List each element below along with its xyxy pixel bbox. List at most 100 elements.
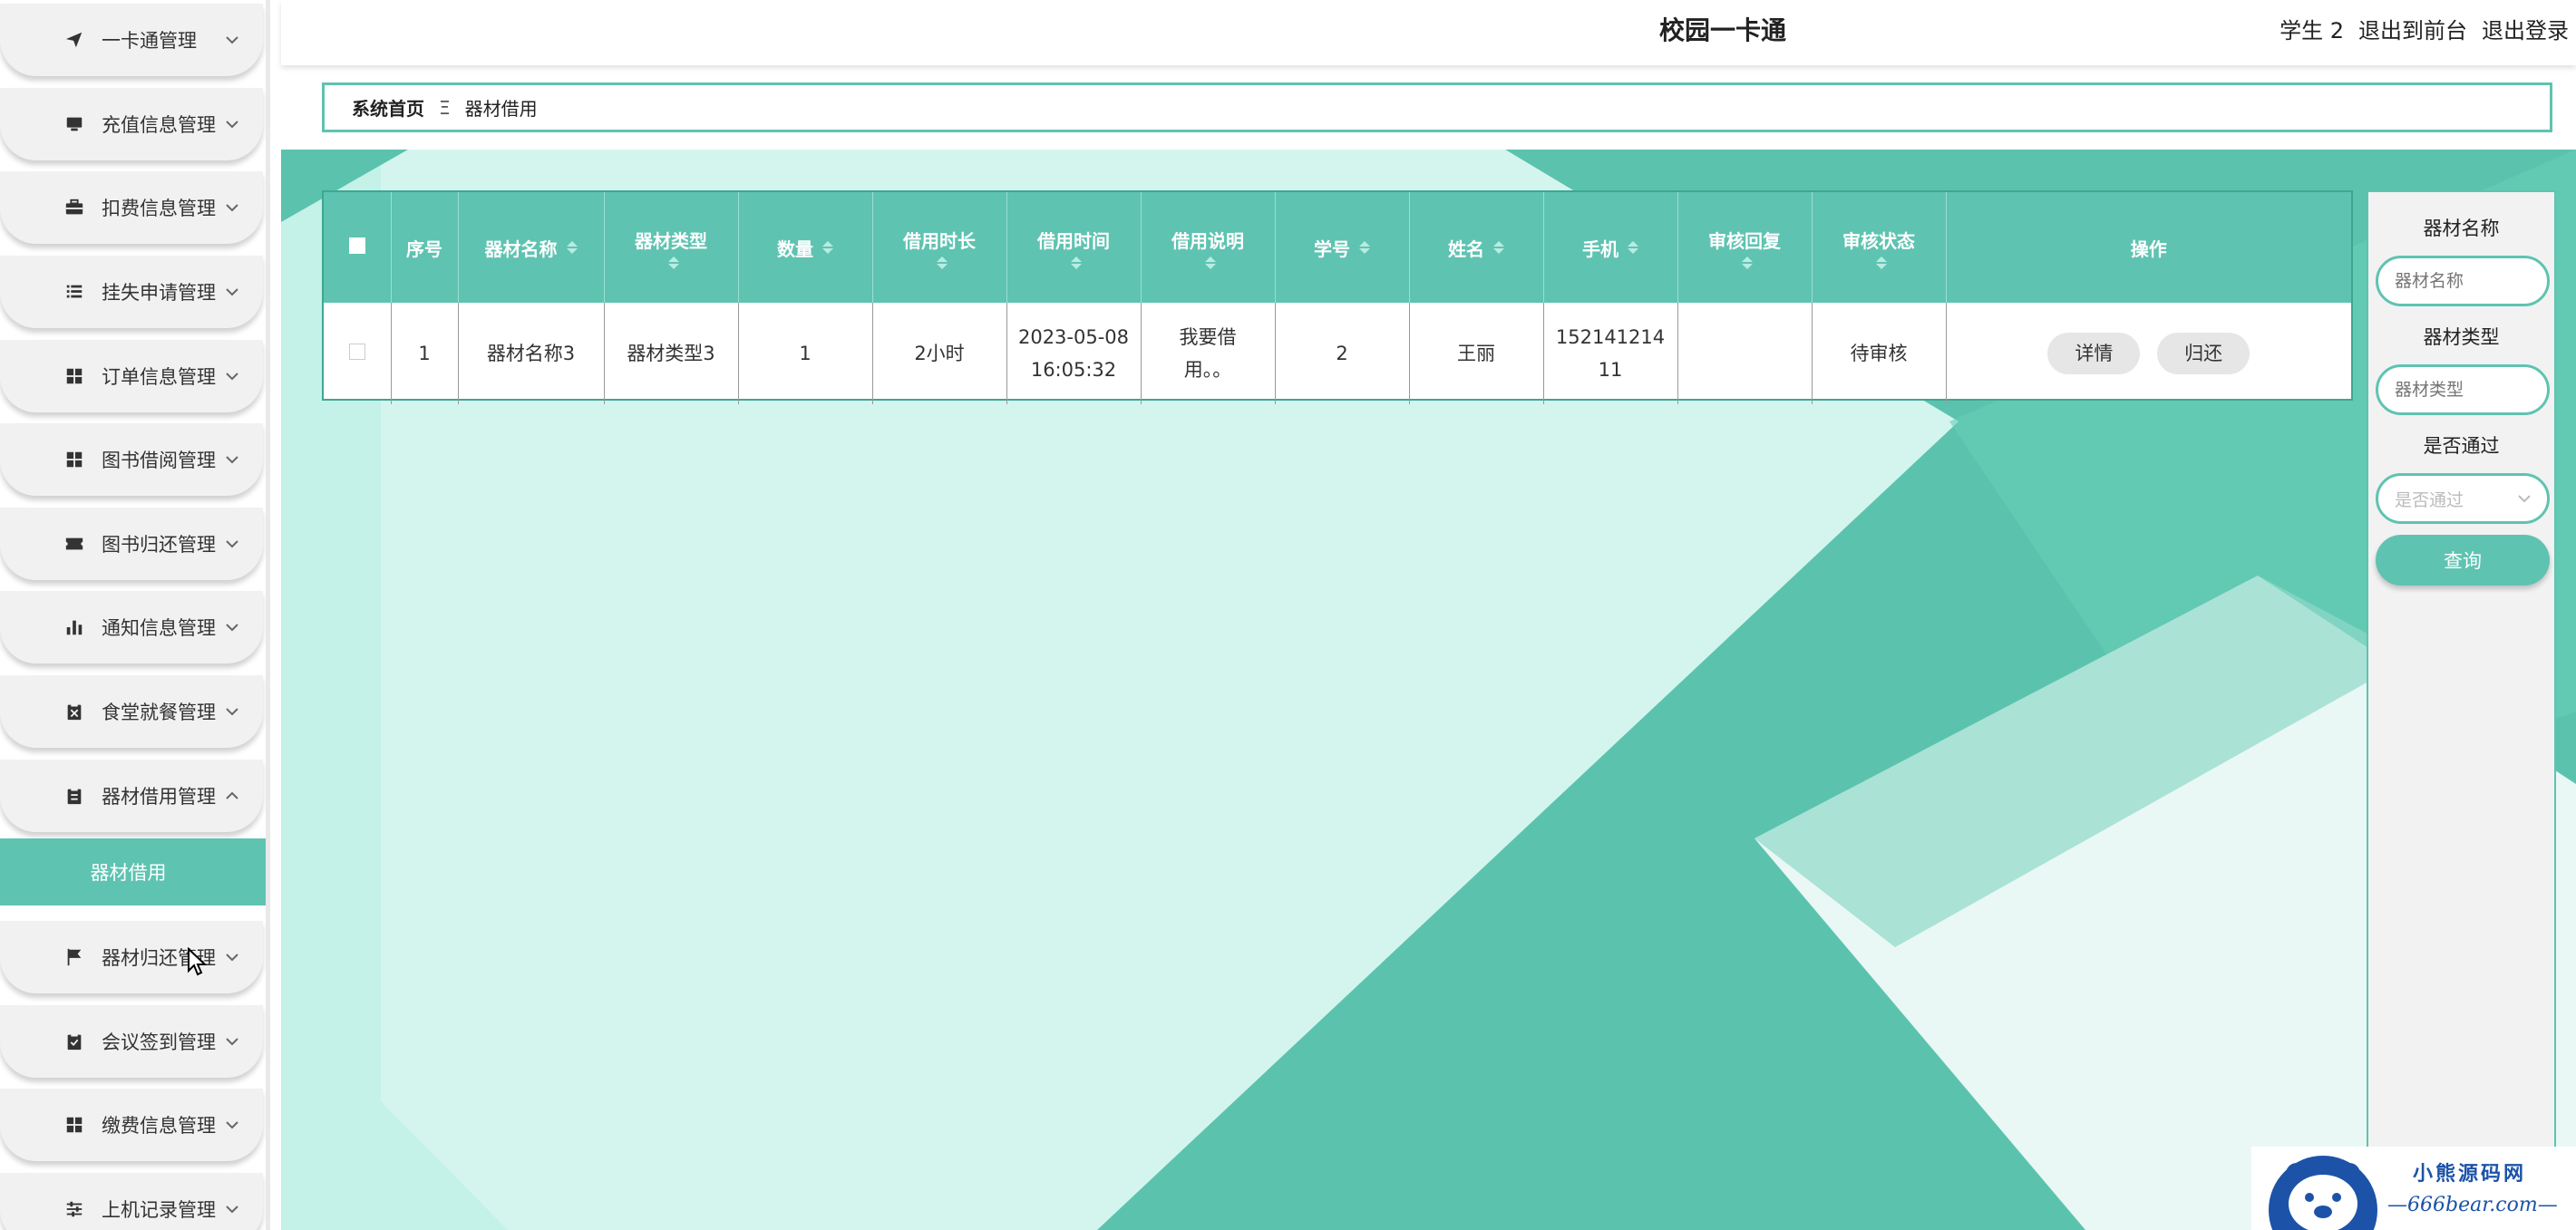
sidebar-item-label: 会议签到管理: [102, 1031, 216, 1053]
sort-icon[interactable]: [1628, 241, 1638, 254]
detail-button[interactable]: 详情: [2047, 333, 2141, 374]
cell-status: 待审核: [1812, 303, 1947, 404]
sidebar-subitem-equipment-borrow[interactable]: 器材借用: [0, 838, 266, 906]
select-all-header[interactable]: [324, 192, 392, 303]
monitor-icon: [63, 113, 85, 135]
col-header-student-no[interactable]: 学号: [1275, 192, 1410, 303]
col-header-student-name[interactable]: 姓名: [1409, 192, 1544, 303]
sort-icon[interactable]: [1359, 241, 1370, 254]
col-header-index: 序号: [391, 192, 459, 303]
chevron-down-icon: [222, 450, 242, 470]
sidebar-item-4[interactable]: 订单信息管理: [0, 340, 263, 412]
sort-icon[interactable]: [1742, 256, 1753, 269]
equipment-name-input[interactable]: [2376, 256, 2550, 306]
sidebar-item-13[interactable]: 上机记录管理: [0, 1173, 263, 1230]
sidebar-item-label: 食堂就餐管理: [102, 702, 216, 723]
breadcrumb-separator: Ξ: [439, 96, 451, 119]
cell-student-name: 王丽: [1409, 303, 1544, 404]
pass-status-select[interactable]: 是否通过: [2376, 473, 2550, 524]
sidebar-item-11[interactable]: 会议签到管理: [0, 1005, 263, 1078]
grid-icon: [63, 365, 85, 387]
sidebar-item-12[interactable]: 缴费信息管理: [0, 1089, 263, 1161]
sidebar-item-label: 缴费信息管理: [102, 1115, 216, 1137]
chevron-down-icon: [222, 617, 242, 637]
sidebar-item-label: 扣费信息管理: [102, 198, 216, 219]
sort-icon[interactable]: [1876, 256, 1887, 269]
sort-icon[interactable]: [668, 256, 679, 269]
sidebar-item-label: 充值信息管理: [102, 114, 216, 136]
flag-icon: [63, 946, 85, 968]
row-checkbox[interactable]: [348, 344, 365, 360]
logout-link[interactable]: 退出登录: [2482, 13, 2569, 44]
sort-icon[interactable]: [937, 256, 948, 269]
col-header-status[interactable]: 审核状态: [1812, 192, 1947, 303]
sidebar-item-label: 一卡通管理: [102, 30, 197, 52]
top-header: 校园一卡通 学生 2 退出到前台 退出登录: [281, 0, 2576, 65]
chevron-down-icon: [222, 198, 242, 218]
sidebar-item-label: 图书借阅管理: [102, 450, 216, 471]
col-header-time[interactable]: 借用时间: [1006, 192, 1142, 303]
chevron-down-icon: [222, 534, 242, 554]
chevron-down-icon: [222, 702, 242, 722]
sidebar-item-9[interactable]: 器材借用管理: [0, 760, 263, 832]
sidebar-item-2[interactable]: 扣费信息管理: [0, 171, 263, 244]
query-button[interactable]: 查询: [2376, 535, 2550, 586]
grid-icon: [63, 1114, 85, 1136]
clipboard-check-icon: [63, 1031, 85, 1052]
return-button[interactable]: 归还: [2157, 333, 2250, 374]
bear-logo-icon: [2269, 1156, 2377, 1230]
clipboard-icon: [63, 785, 85, 807]
back-to-front-link[interactable]: 退出到前台: [2358, 13, 2467, 44]
sort-icon[interactable]: [1071, 256, 1082, 269]
cell-actions: 详情 归还: [1946, 303, 2351, 404]
search-panel: 器材名称 器材类型 是否通过 是否通过 查询: [2367, 190, 2556, 1230]
clipboard-x-icon: [63, 701, 85, 722]
cell-desc: 我要借 用。。: [1141, 303, 1276, 404]
sidebar: 一卡通管理充值信息管理 扣费信息管理 挂失申请管理订单信息管理图书借阅管理图书归还管…: [0, 0, 272, 1230]
sidebar-item-1[interactable]: 充值信息管理: [0, 88, 263, 160]
paper-plane-icon: [63, 29, 85, 51]
col-header-type[interactable]: 器材类型: [604, 192, 739, 303]
col-header-name[interactable]: 器材名称: [458, 192, 605, 303]
table-header-row: 序号 器材名称 器材类型 数量 借用时长 借用时间 借用说明 学号 姓名 手机 …: [324, 192, 2351, 303]
sidebar-item-10[interactable]: 器材归还管理: [0, 921, 263, 993]
sidebar-item-label: 器材借用管理: [102, 786, 216, 808]
breadcrumb-home[interactable]: 系统首页: [352, 94, 424, 121]
sort-icon[interactable]: [1493, 241, 1504, 254]
cell-reply: [1677, 303, 1813, 404]
cell-phone: 152141214 11: [1543, 303, 1678, 404]
col-header-reply[interactable]: 审核回复: [1677, 192, 1813, 303]
chevron-down-icon: [222, 947, 242, 967]
breadcrumb: 系统首页 Ξ 器材借用: [322, 82, 2552, 132]
sidebar-item-7[interactable]: 通知信息管理: [0, 591, 263, 663]
cell-time: 2023-05-08 16:05:32: [1006, 303, 1142, 404]
sort-icon[interactable]: [566, 241, 578, 254]
col-header-phone[interactable]: 手机: [1543, 192, 1678, 303]
sidebar-item-5[interactable]: 图书借阅管理: [0, 423, 263, 496]
grid-icon: [63, 449, 85, 470]
user-links: 学生 2 退出到前台 退出登录: [2280, 13, 2569, 44]
equipment-name-label: 器材名称: [2423, 218, 2500, 239]
sort-icon[interactable]: [822, 241, 833, 254]
equipment-type-label: 器材类型: [2423, 326, 2500, 348]
sidebar-item-6[interactable]: 图书归还管理: [0, 508, 263, 580]
sidebar-subitem-label: 器材借用: [90, 862, 167, 884]
sidebar-item-3[interactable]: 挂失申请管理: [0, 256, 263, 328]
chevron-down-icon: [222, 1199, 242, 1219]
col-header-qty[interactable]: 数量: [738, 192, 873, 303]
mouse-cursor-icon: [188, 947, 208, 976]
bar-chart-icon: [63, 616, 85, 638]
sidebar-item-label: 挂失申请管理: [102, 282, 216, 304]
sort-icon[interactable]: [1205, 256, 1216, 269]
chevron-down-icon: [222, 1031, 242, 1051]
watermark-title: 小熊源码网: [2413, 1163, 2527, 1186]
sidebar-item-8[interactable]: 食堂就餐管理: [0, 675, 263, 748]
row-select-cell[interactable]: [324, 303, 392, 404]
col-header-duration[interactable]: 借用时长: [872, 192, 1007, 303]
sidebar-item-0[interactable]: 一卡通管理: [0, 4, 263, 76]
equipment-type-input[interactable]: [2376, 364, 2550, 415]
select-all-checkbox[interactable]: [348, 237, 365, 254]
col-header-actions: 操作: [1946, 192, 2351, 303]
briefcase-icon: [63, 197, 85, 218]
col-header-desc[interactable]: 借用说明: [1141, 192, 1276, 303]
